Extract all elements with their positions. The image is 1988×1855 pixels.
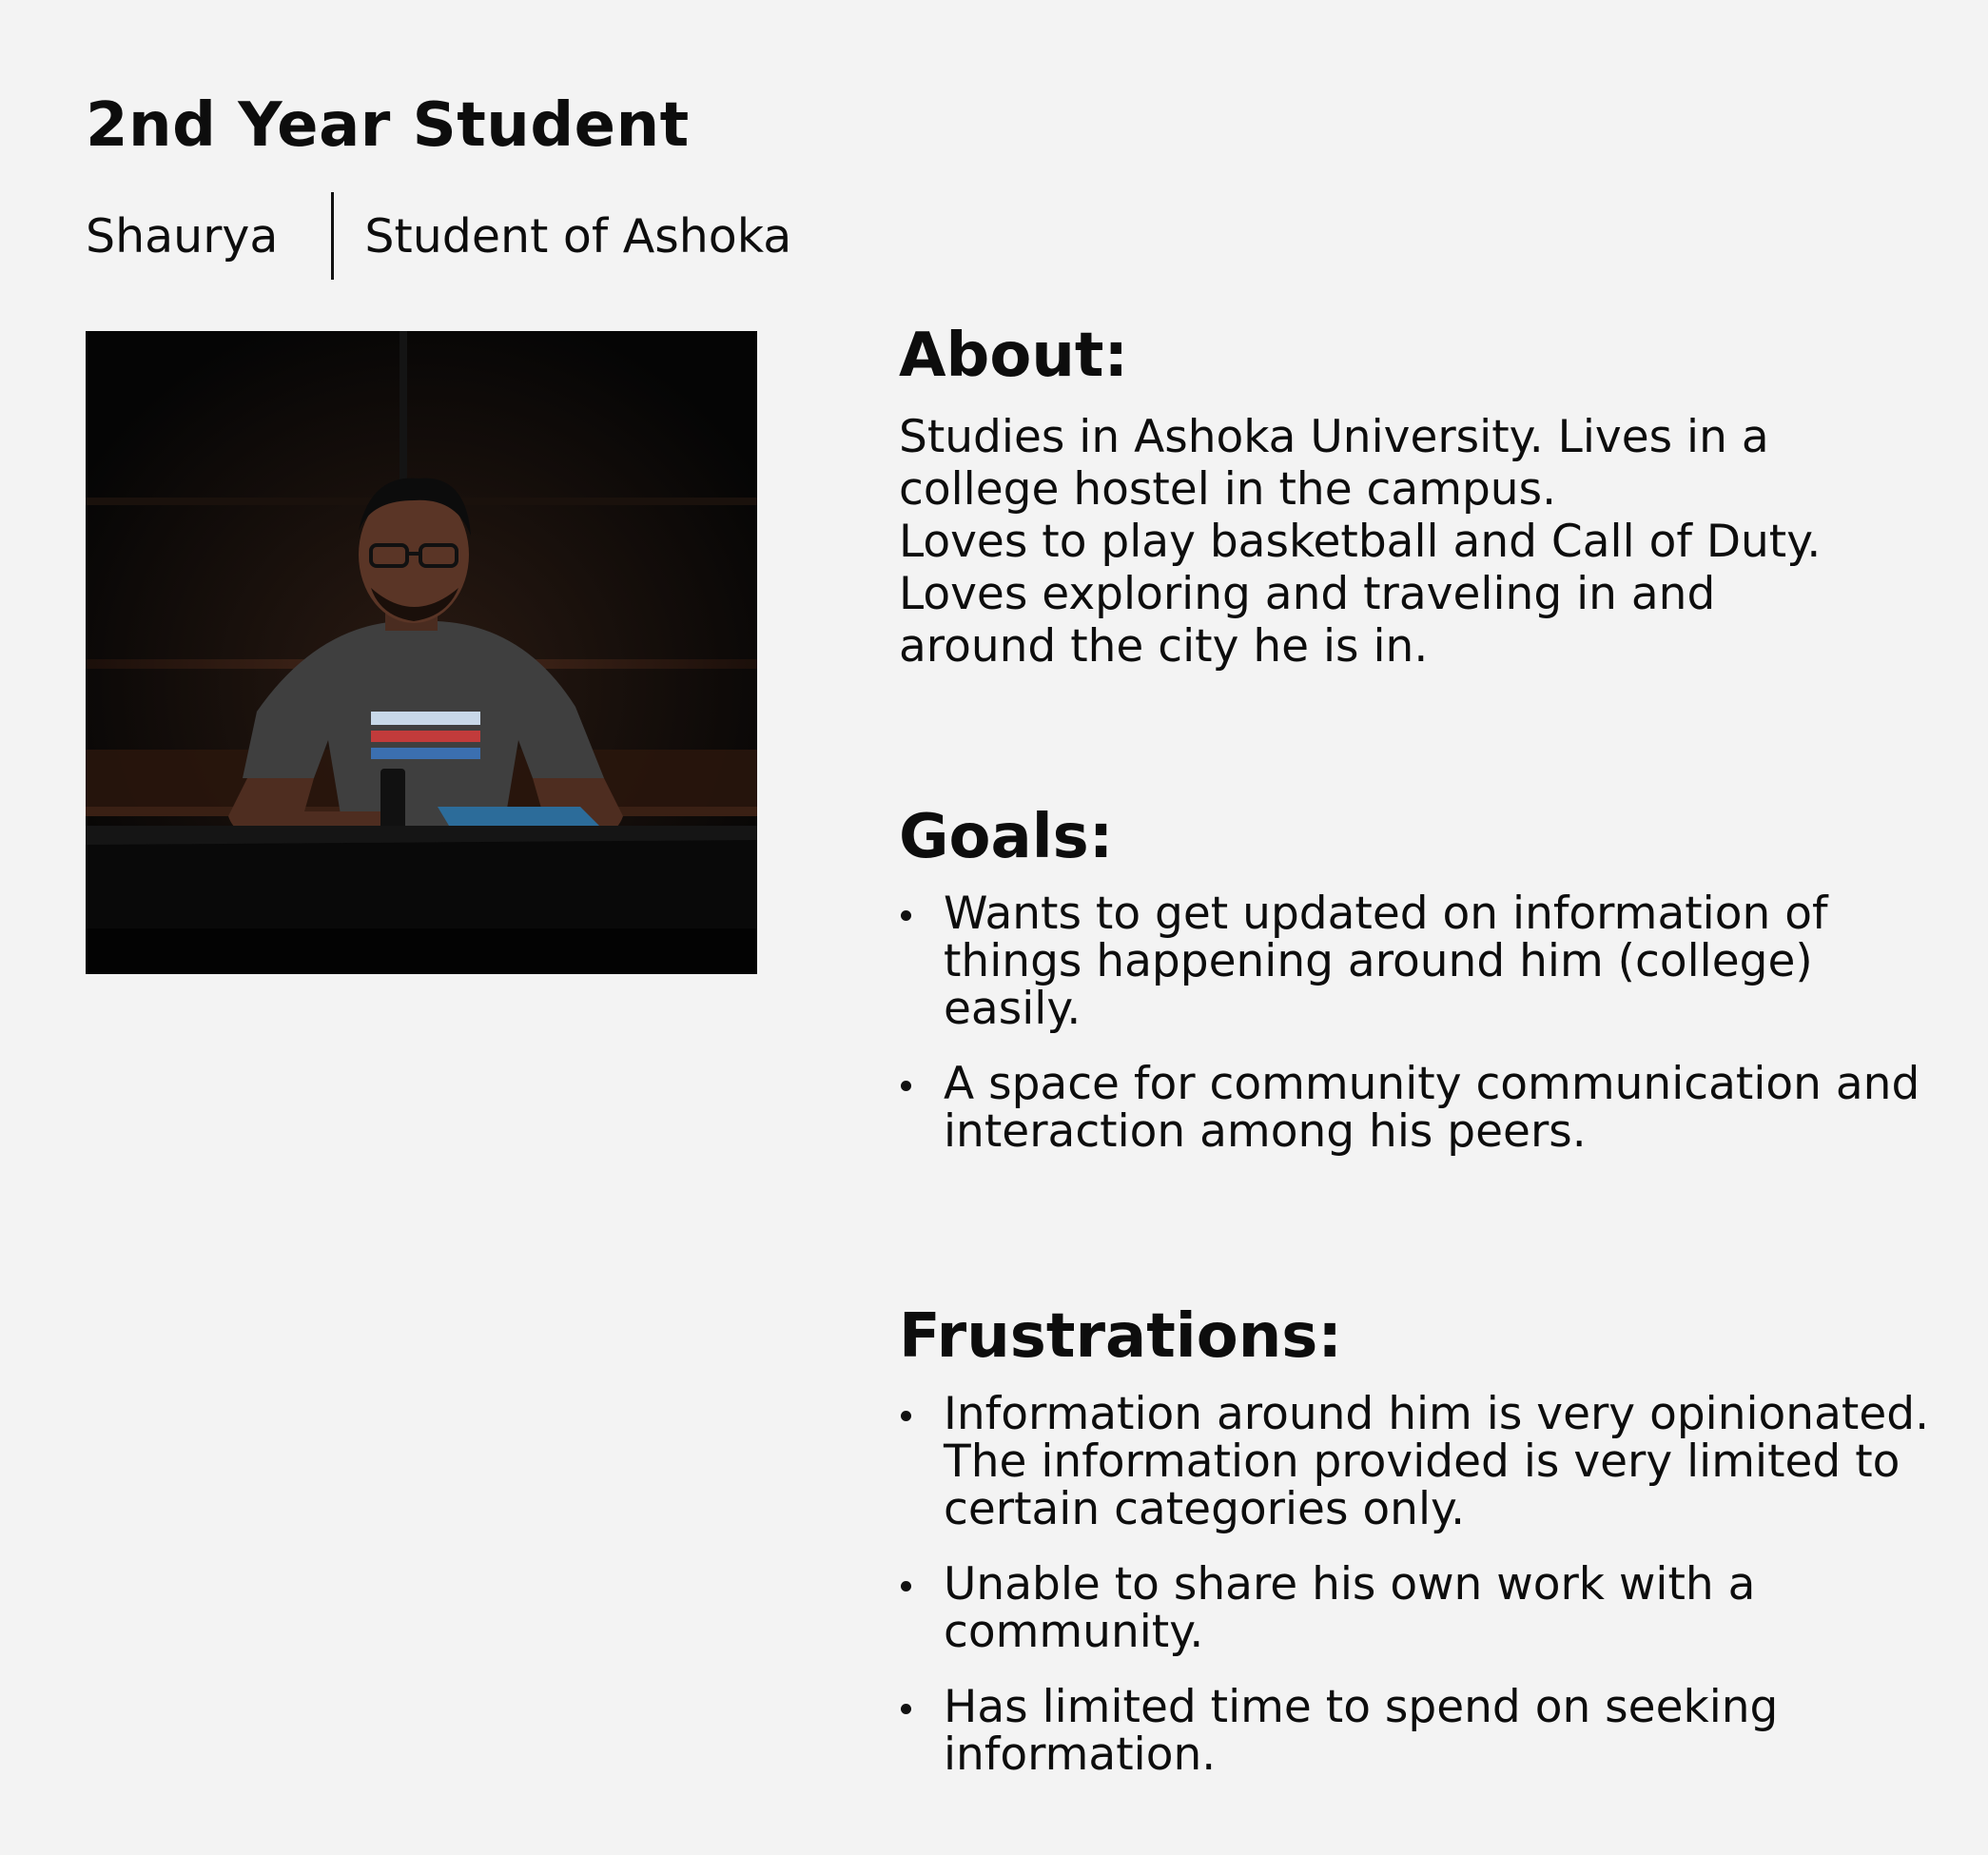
goal-text: A space for community communication and …	[944, 1058, 1920, 1158]
list-item: Unable to share his own work with a comm…	[899, 1561, 1955, 1656]
about-line: Loves exploring and traveling in and	[899, 568, 1716, 620]
list-item: Wants to get updated on information of t…	[899, 890, 1955, 1033]
about-line: around the city he is in.	[899, 620, 1429, 673]
about-line: college hostel in the campus.	[899, 463, 1557, 516]
goal-text: Wants to get updated on information of t…	[944, 888, 1828, 1035]
list-item: A space for community communication and …	[899, 1061, 1955, 1156]
about-line: Loves to play basketball and Call of Dut…	[899, 516, 1822, 568]
goals-list: Wants to get updated on information of t…	[899, 890, 1955, 1183]
persona-title: 2nd Year Student	[86, 90, 690, 161]
frustration-text: Information around him is very opinionat…	[944, 1388, 1930, 1535]
persona-name: Shaurya	[86, 208, 279, 264]
bullet-icon	[901, 1081, 911, 1091]
persona-photo-illustration	[86, 331, 757, 974]
persona-photo	[86, 331, 757, 974]
bullet-icon	[901, 1704, 911, 1714]
about-line: Studies in Ashoka University. Lives in a	[899, 411, 1769, 463]
about-text: Studies in Ashoka University. Lives in a…	[899, 411, 1955, 673]
persona-role: Student of Ashoka	[364, 208, 792, 264]
goals-heading: Goals:	[899, 802, 1114, 872]
list-item: Information around him is very opinionat…	[899, 1391, 1955, 1533]
bullet-icon	[901, 910, 911, 921]
frustration-text: Has limited time to spend on seeking inf…	[944, 1681, 1779, 1781]
bullet-icon	[901, 1411, 911, 1421]
vertical-divider	[331, 192, 335, 280]
frustrations-heading: Frustrations:	[899, 1301, 1342, 1372]
persona-subtitle: Shaurya Student of Ashoka	[86, 192, 791, 280]
frustration-text: Unable to share his own work with a comm…	[944, 1558, 1756, 1658]
frustrations-list: Information around him is very opinionat…	[899, 1391, 1955, 1806]
about-heading: About:	[899, 321, 1129, 391]
bullet-icon	[901, 1581, 911, 1591]
list-item: Has limited time to spend on seeking inf…	[899, 1684, 1955, 1779]
